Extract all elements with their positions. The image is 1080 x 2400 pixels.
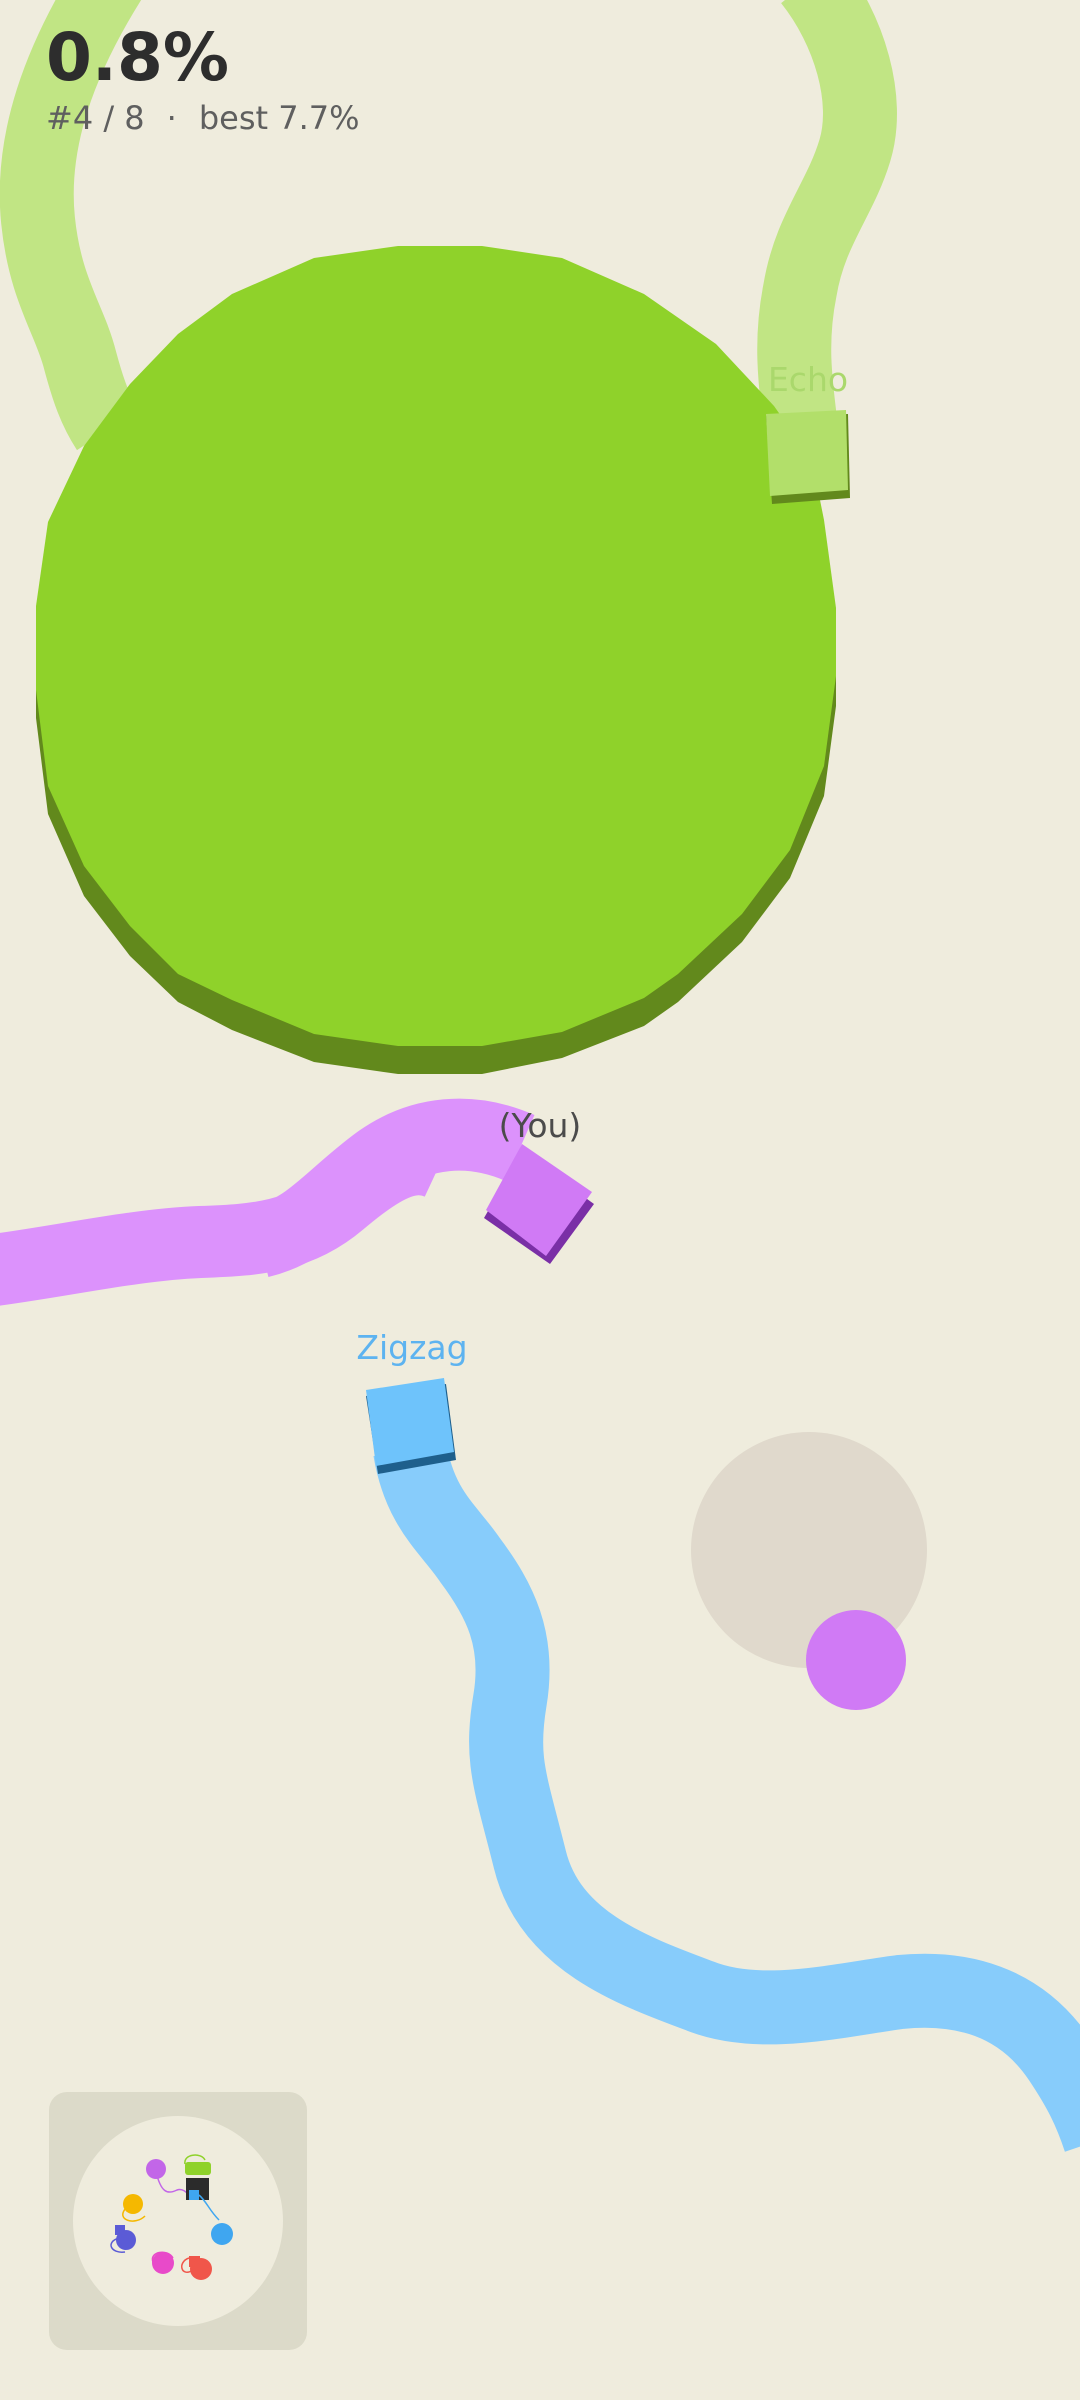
minimap-dot-indigo — [116, 2230, 136, 2250]
game-canvas[interactable] — [0, 0, 1080, 2400]
minimap-dot-you — [146, 2159, 166, 2179]
minimap-dot-red — [190, 2258, 212, 2280]
minimap-dot-zigzag-head — [189, 2190, 199, 2200]
score-hud: 0.8% #4 / 8 · best 7.7% — [46, 20, 360, 138]
player-label-you: (You) — [498, 1106, 582, 1145]
separator-dot: · — [166, 99, 177, 137]
you-trail-top — [250, 1098, 535, 1278]
minimap-dot-yellow — [123, 2194, 143, 2214]
echo-territory — [36, 246, 836, 1046]
minimap-dot-echo — [185, 2162, 211, 2175]
rank-text: #4 / 8 — [46, 99, 145, 137]
echo-trail-right — [757, 0, 897, 425]
player-label-zigzag: Zigzag — [356, 1328, 468, 1367]
minimap-icon — [73, 2116, 283, 2326]
minimap-dot-blue — [211, 2223, 233, 2245]
territory-percent: 0.8% — [46, 19, 230, 96]
minimap-disc — [73, 2116, 283, 2326]
minimap[interactable] — [49, 2092, 307, 2350]
echo-head — [766, 410, 848, 496]
player-label-echo: Echo — [767, 360, 849, 399]
zigzag-head — [366, 1378, 454, 1466]
hud-stats: #4 / 8 · best 7.7% — [46, 98, 360, 138]
pickup-orb[interactable] — [806, 1610, 906, 1710]
best-text: best 7.7% — [198, 99, 360, 137]
